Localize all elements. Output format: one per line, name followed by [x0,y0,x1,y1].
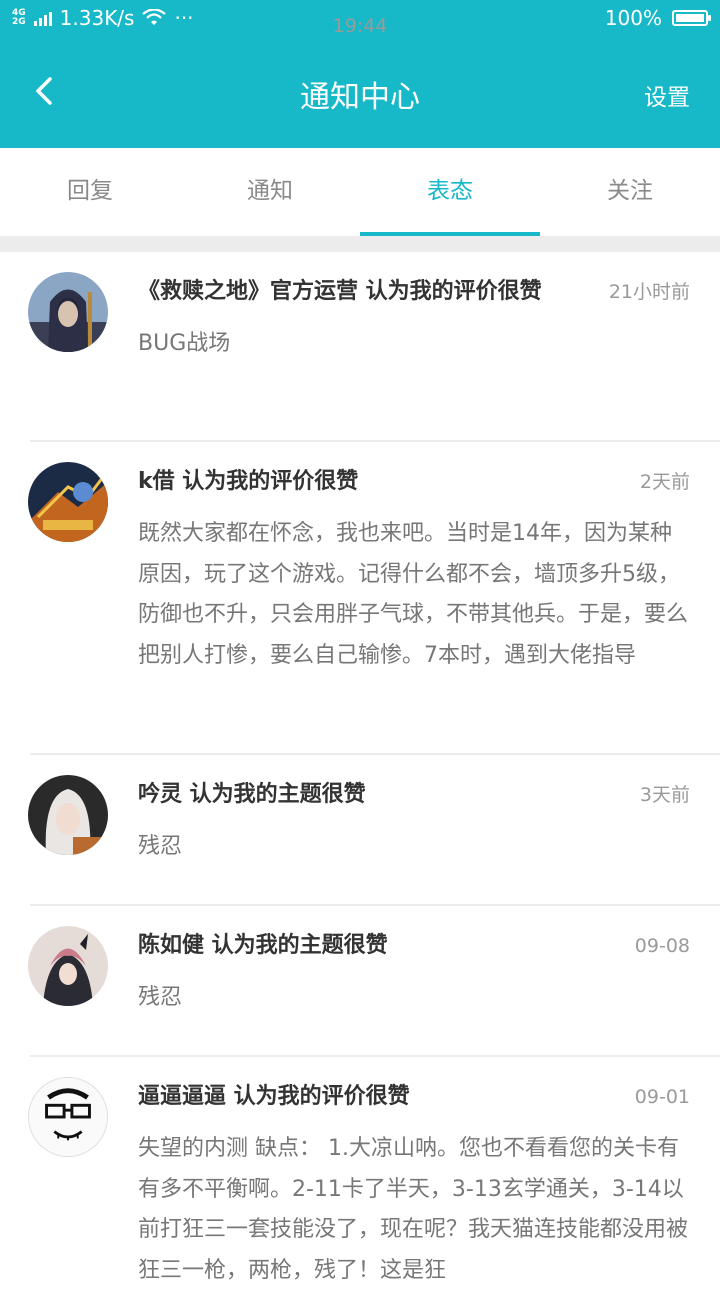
notification-content: 既然大家都在怀念，我也来吧。当时是14年，因为某种原因，玩了这个游戏。记得什么都… [138,521,689,668]
white-hair-girl-avatar[interactable] [28,775,108,855]
tab-notifications[interactable]: 通知 [180,148,360,236]
notification-title: 《救赎之地》官方运营 认为我的评价很赞 [138,279,542,304]
notification-content: 残忍 [138,985,183,1010]
notification-time: 09-01 [634,1086,690,1108]
notification-title: k借 认为我的评价很赞 [138,469,359,494]
list-item[interactable]: 吟灵 认为我的主题很赞 3天前 残忍 [28,755,720,906]
notification-title: 吟灵 认为我的主题很赞 [138,782,366,807]
tab-reactions[interactable]: 表态 [360,148,540,236]
game-art-avatar[interactable] [28,462,108,542]
notification-content: BUG战场 [138,331,231,356]
notification-title: 逼逼逼逼 认为我的评价很赞 [138,1084,410,1109]
settings-button[interactable]: 设置 [644,78,690,112]
list-item[interactable]: 陈如健 认为我的主题很赞 09-08 残忍 [28,906,720,1057]
app-header: 通知中心 设置 [0,38,720,148]
notification-time: 21小时前 [608,281,690,303]
notification-time: 3天前 [639,784,690,806]
notification-title: 陈如健 认为我的主题很赞 [138,933,388,958]
tab-replies[interactable]: 回复 [0,148,180,236]
list-item[interactable]: 逼逼逼逼 认为我的评价很赞 09-01 失望的内测 缺点： 1.大凉山呐。您也不… [28,1057,720,1297]
status-bar: 4G 2G 1.33K/s ··· 19:44 100% [0,0,720,38]
list-item[interactable]: k借 认为我的评价很赞 2天前 既然大家都在怀念，我也来吧。当时是14年，因为某… [28,442,720,755]
notification-time: 09-08 [634,935,690,957]
notification-content: 失望的内测 缺点： 1.大凉山呐。您也不看看您的关卡有有多不平衡啊。2-11卡了… [138,1136,689,1283]
notification-content: 残忍 [138,834,183,859]
anime-character-avatar[interactable] [28,926,108,1006]
tab-following[interactable]: 关注 [540,148,720,236]
battery-icon [672,10,711,26]
notification-list: 《救赎之地》官方运营 认为我的评价很赞 21小时前 BUG战场 k借 认为我的评… [0,252,720,1297]
list-item[interactable]: 《救赎之地》官方运营 认为我的评价很赞 21小时前 BUG战场 [28,252,720,442]
battery-level: 100% [604,6,662,30]
section-divider [0,236,720,252]
page-title: 通知中心 [300,80,420,115]
tab-bar: 回复 通知 表态 关注 [0,148,720,236]
notification-time: 2天前 [639,471,690,493]
hooded-knight-avatar[interactable] [28,272,108,352]
meme-face-avatar[interactable] [28,1077,108,1157]
